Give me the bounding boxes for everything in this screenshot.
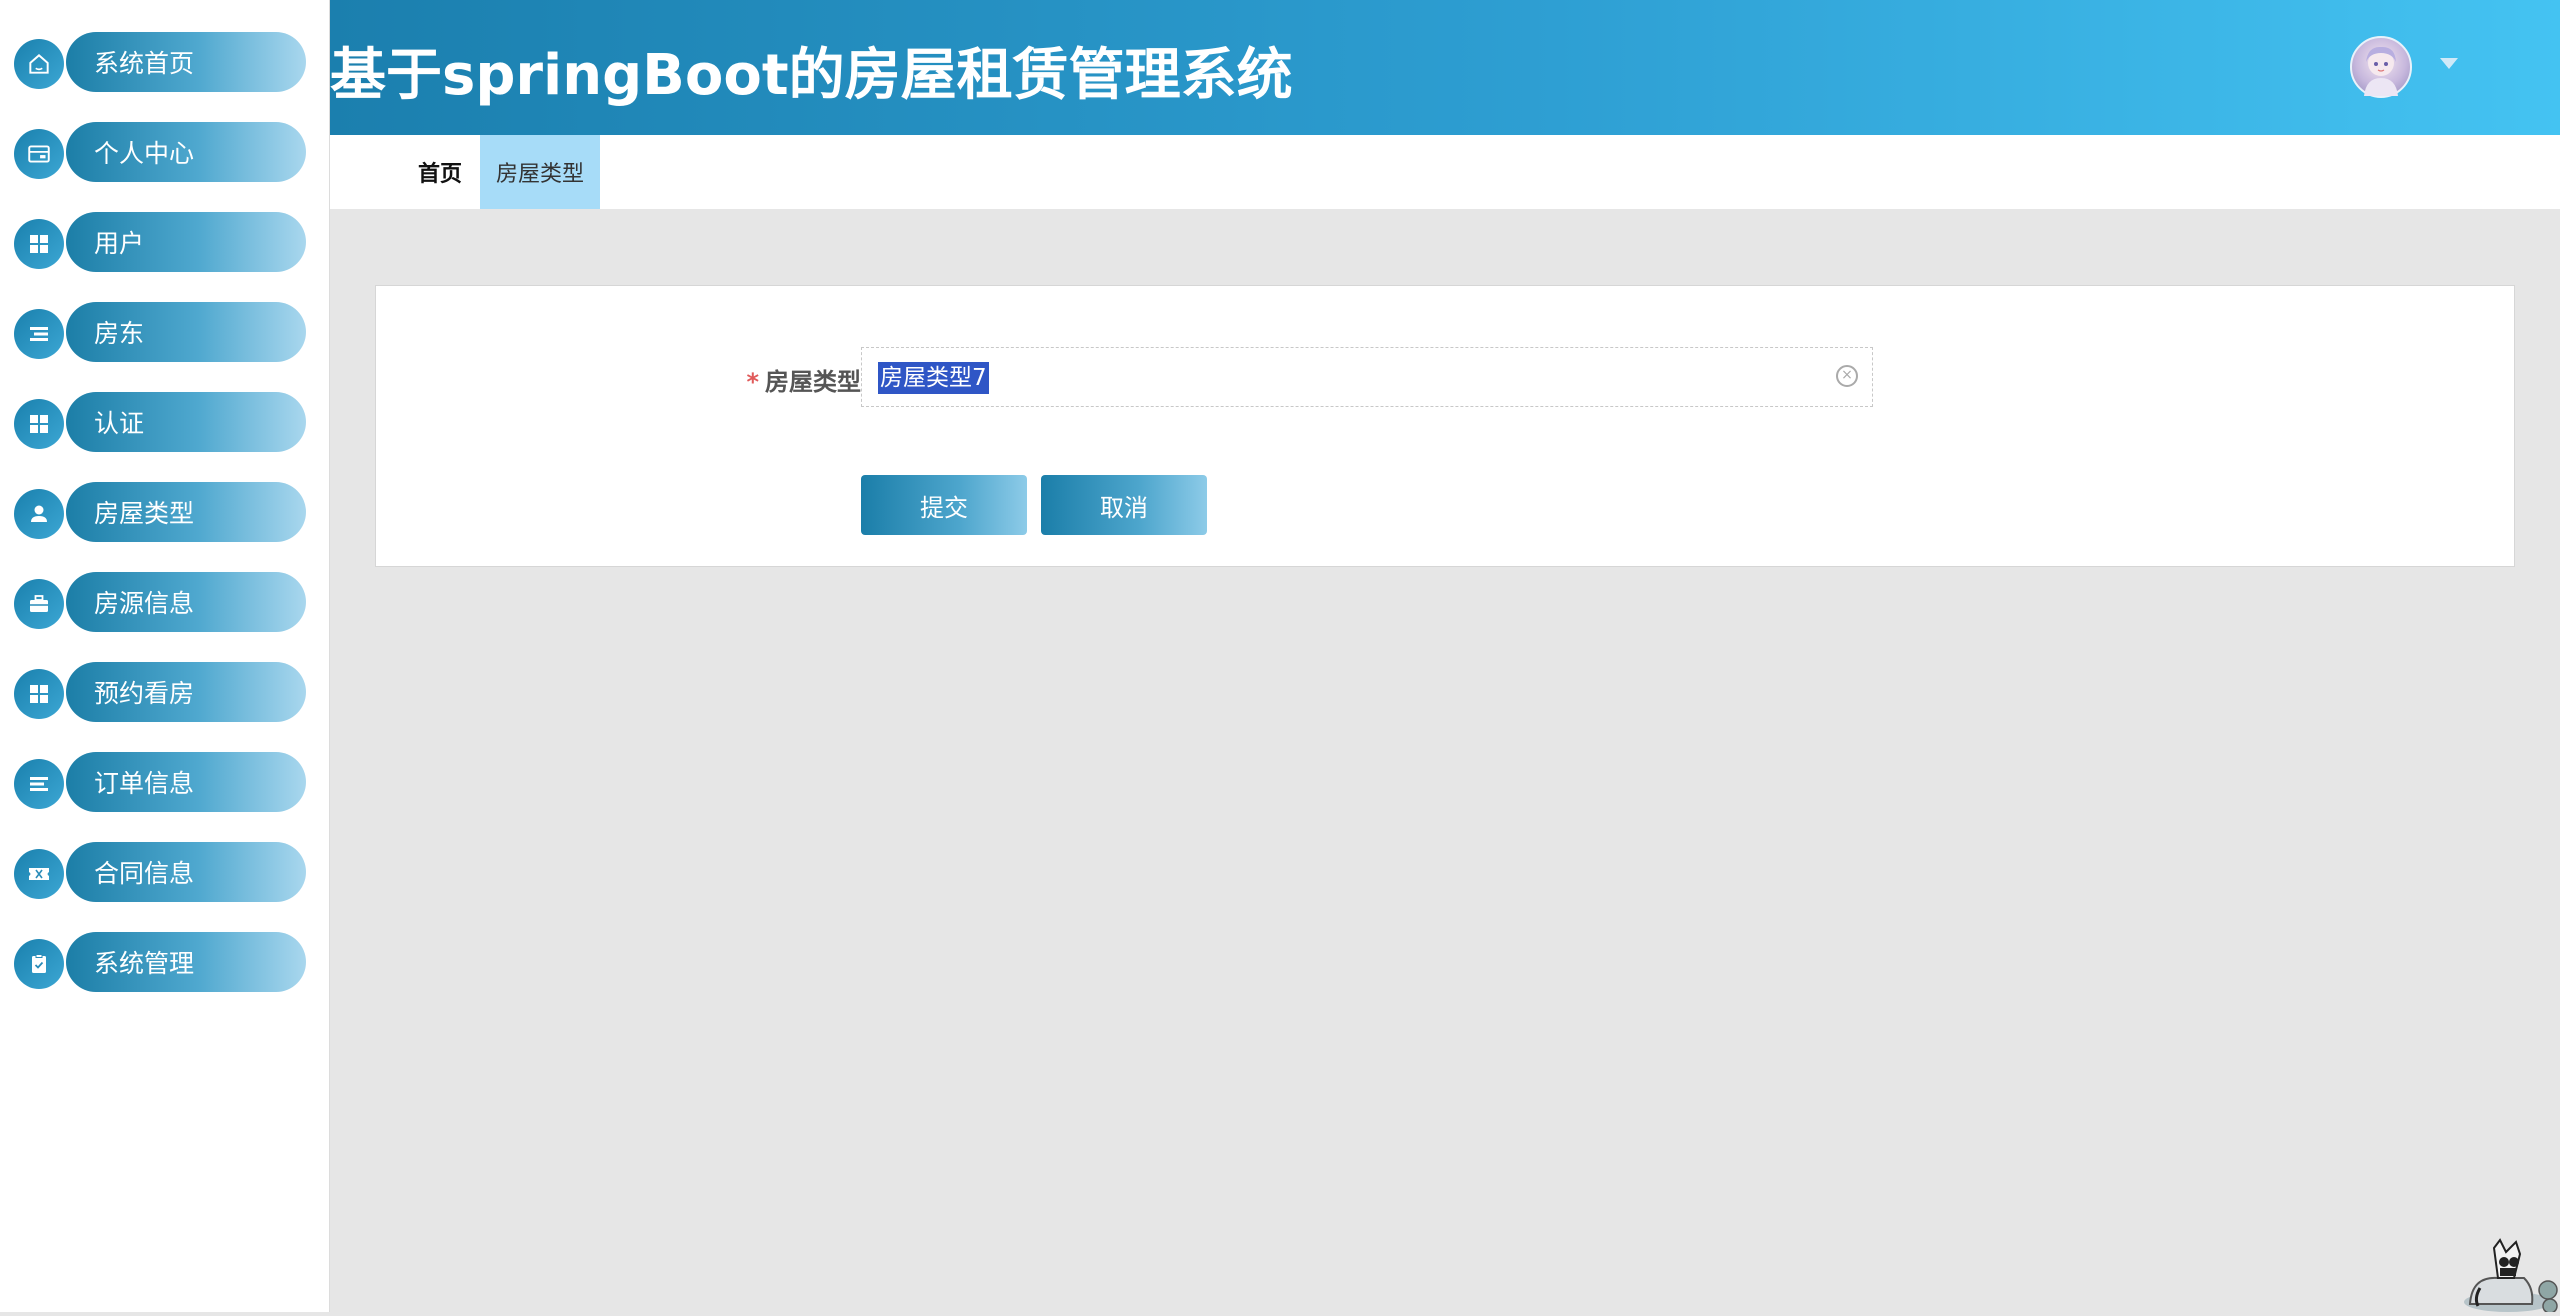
sidebar-item-landlord[interactable]: 房东 (14, 302, 306, 364)
house-type-label: * 房屋类型 (731, 362, 861, 397)
sidebar: 系统首页 个人中心 用户 房东 认证 房屋类型 房源信息 预约看房 订单信息 合… (0, 0, 330, 1312)
sidebar-item-label: 认证 (66, 392, 306, 452)
list-icon (14, 309, 64, 359)
clear-circle-icon[interactable]: × (1836, 365, 1858, 387)
sidebar-item-label: 系统首页 (66, 32, 306, 92)
sidebar-item-certification[interactable]: 认证 (14, 392, 306, 454)
house-type-label-text: 房屋类型 (765, 368, 861, 396)
sidebar-item-house-type[interactable]: 房屋类型 (14, 482, 306, 544)
list-icon (14, 759, 64, 809)
id-card-icon (14, 129, 64, 179)
top-header: 基于springBoot的房屋租赁管理系统 (330, 0, 2560, 135)
briefcase-icon (14, 579, 64, 629)
sidebar-item-system-home[interactable]: 系统首页 (14, 32, 306, 94)
sidebar-item-label: 房源信息 (66, 572, 306, 632)
submit-button[interactable]: 提交 (861, 475, 1027, 535)
clipboard-icon (14, 939, 64, 989)
house-type-field[interactable]: 房屋类型7 × (861, 347, 1873, 407)
ticket-icon (14, 849, 64, 899)
grid-icon (14, 219, 64, 269)
tab-bar: 首页 房屋类型 (330, 135, 2560, 209)
form-card: * 房屋类型 房屋类型7 × 提交 取消 (375, 285, 2515, 567)
sidebar-item-viewing-appointments[interactable]: 预约看房 (14, 662, 306, 724)
sidebar-item-label: 订单信息 (66, 752, 306, 812)
sidebar-item-users[interactable]: 用户 (14, 212, 306, 274)
sidebar-item-system-management[interactable]: 系统管理 (14, 932, 306, 994)
sidebar-item-label: 系统管理 (66, 932, 306, 992)
sidebar-item-listings[interactable]: 房源信息 (14, 572, 306, 634)
sidebar-item-personal-center[interactable]: 个人中心 (14, 122, 306, 184)
sidebar-item-label: 用户 (66, 212, 306, 272)
home-icon (14, 39, 64, 89)
sidebar-item-contracts[interactable]: 合同信息 (14, 842, 306, 904)
sidebar-item-label: 房屋类型 (66, 482, 306, 542)
required-mark: * (746, 368, 759, 396)
sidebar-item-label: 合同信息 (66, 842, 306, 902)
avatar-icon[interactable] (2350, 36, 2412, 98)
cancel-button[interactable]: 取消 (1041, 475, 1207, 535)
house-type-input[interactable] (862, 348, 1872, 406)
sidebar-item-orders[interactable]: 订单信息 (14, 752, 306, 814)
tab-house-type[interactable]: 房屋类型 (480, 135, 600, 209)
grid-icon (14, 399, 64, 449)
grid-icon (14, 669, 64, 719)
sidebar-item-label: 房东 (66, 302, 306, 362)
app-title: 基于springBoot的房屋租赁管理系统 (330, 43, 1293, 108)
mascot-icon (2450, 1238, 2560, 1314)
caret-down-icon[interactable] (2440, 58, 2458, 69)
sidebar-item-label: 个人中心 (66, 122, 306, 182)
sidebar-item-label: 预约看房 (66, 662, 306, 722)
user-icon (14, 489, 64, 539)
